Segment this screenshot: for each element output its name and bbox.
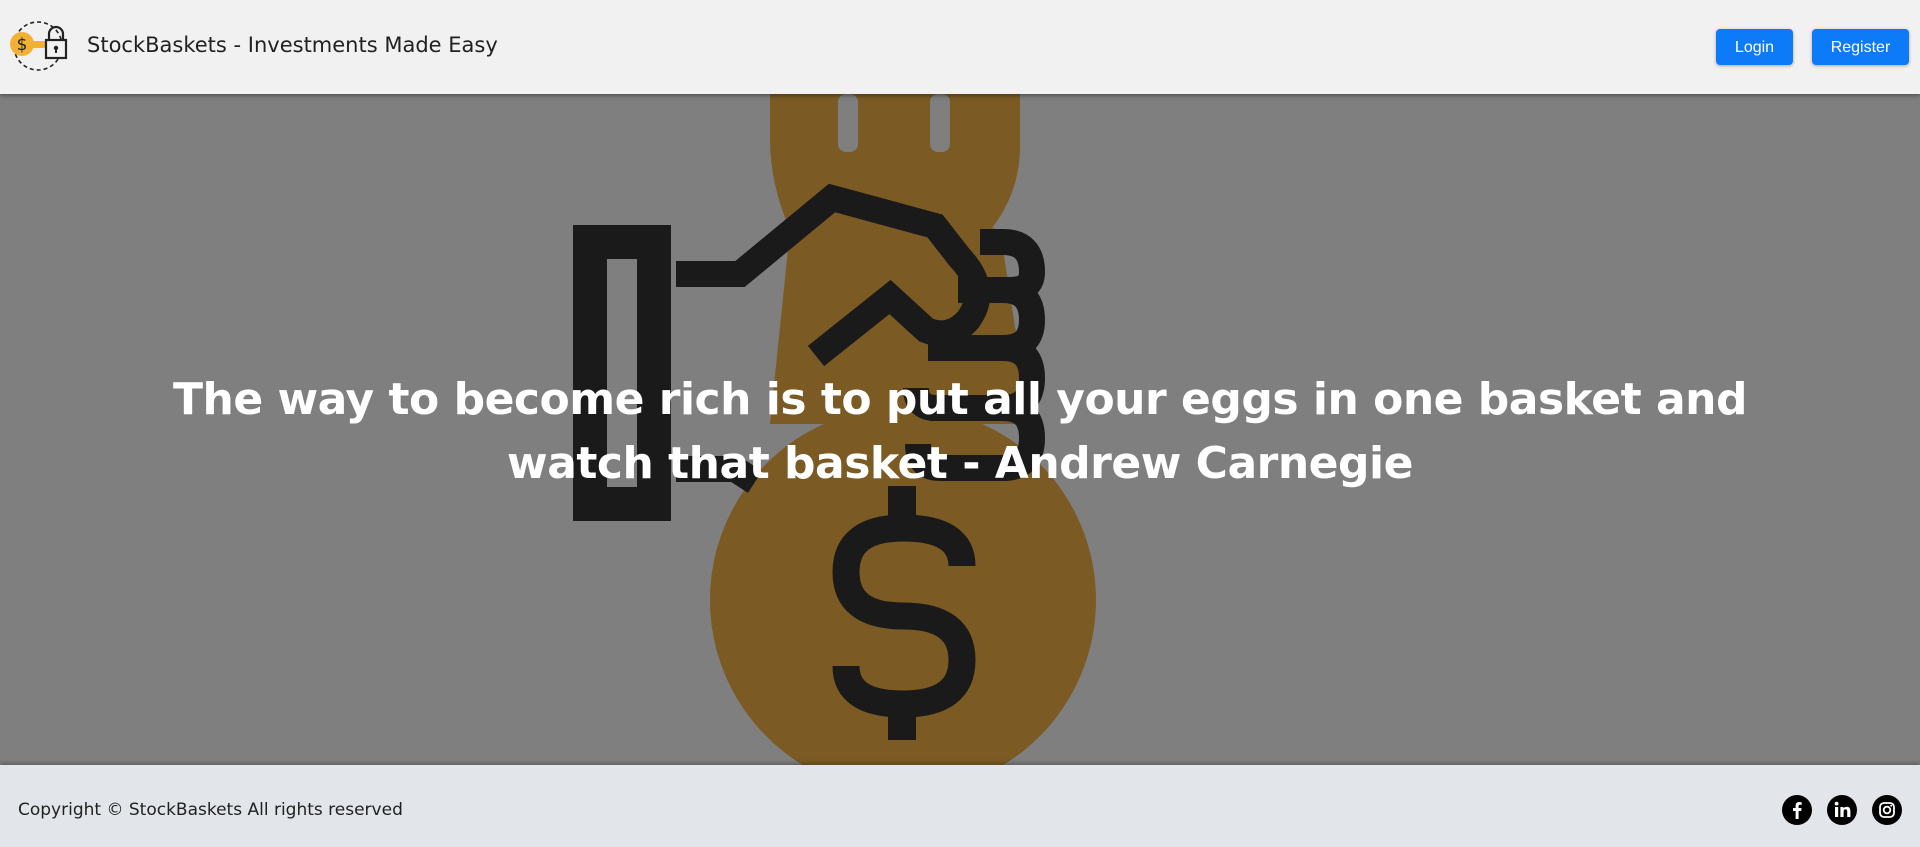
login-button[interactable]: Login <box>1716 29 1793 65</box>
hero-quote: The way to become rich is to put all you… <box>160 368 1760 496</box>
hero-quote-line-1: The way to become rich is to put all you… <box>173 374 1747 425</box>
facebook-icon[interactable] <box>1782 795 1812 825</box>
hero-banner: The way to become rich is to put all you… <box>0 94 1920 765</box>
brand-logo-icon[interactable]: $ <box>8 20 72 72</box>
svg-text:$: $ <box>17 35 28 55</box>
navbar: $ StockBaskets - Investments Made Easy L… <box>0 0 1920 94</box>
copyright-text: Copyright © StockBaskets All rights rese… <box>18 800 403 820</box>
footer: Copyright © StockBaskets All rights rese… <box>0 765 1920 847</box>
instagram-icon[interactable] <box>1872 795 1902 825</box>
linkedin-icon[interactable] <box>1827 795 1857 825</box>
brand-title[interactable]: StockBaskets - Investments Made Easy <box>87 33 498 57</box>
register-button[interactable]: Register <box>1812 29 1909 65</box>
hero-quote-line-2: watch that basket - Andrew Carnegie <box>507 438 1413 489</box>
